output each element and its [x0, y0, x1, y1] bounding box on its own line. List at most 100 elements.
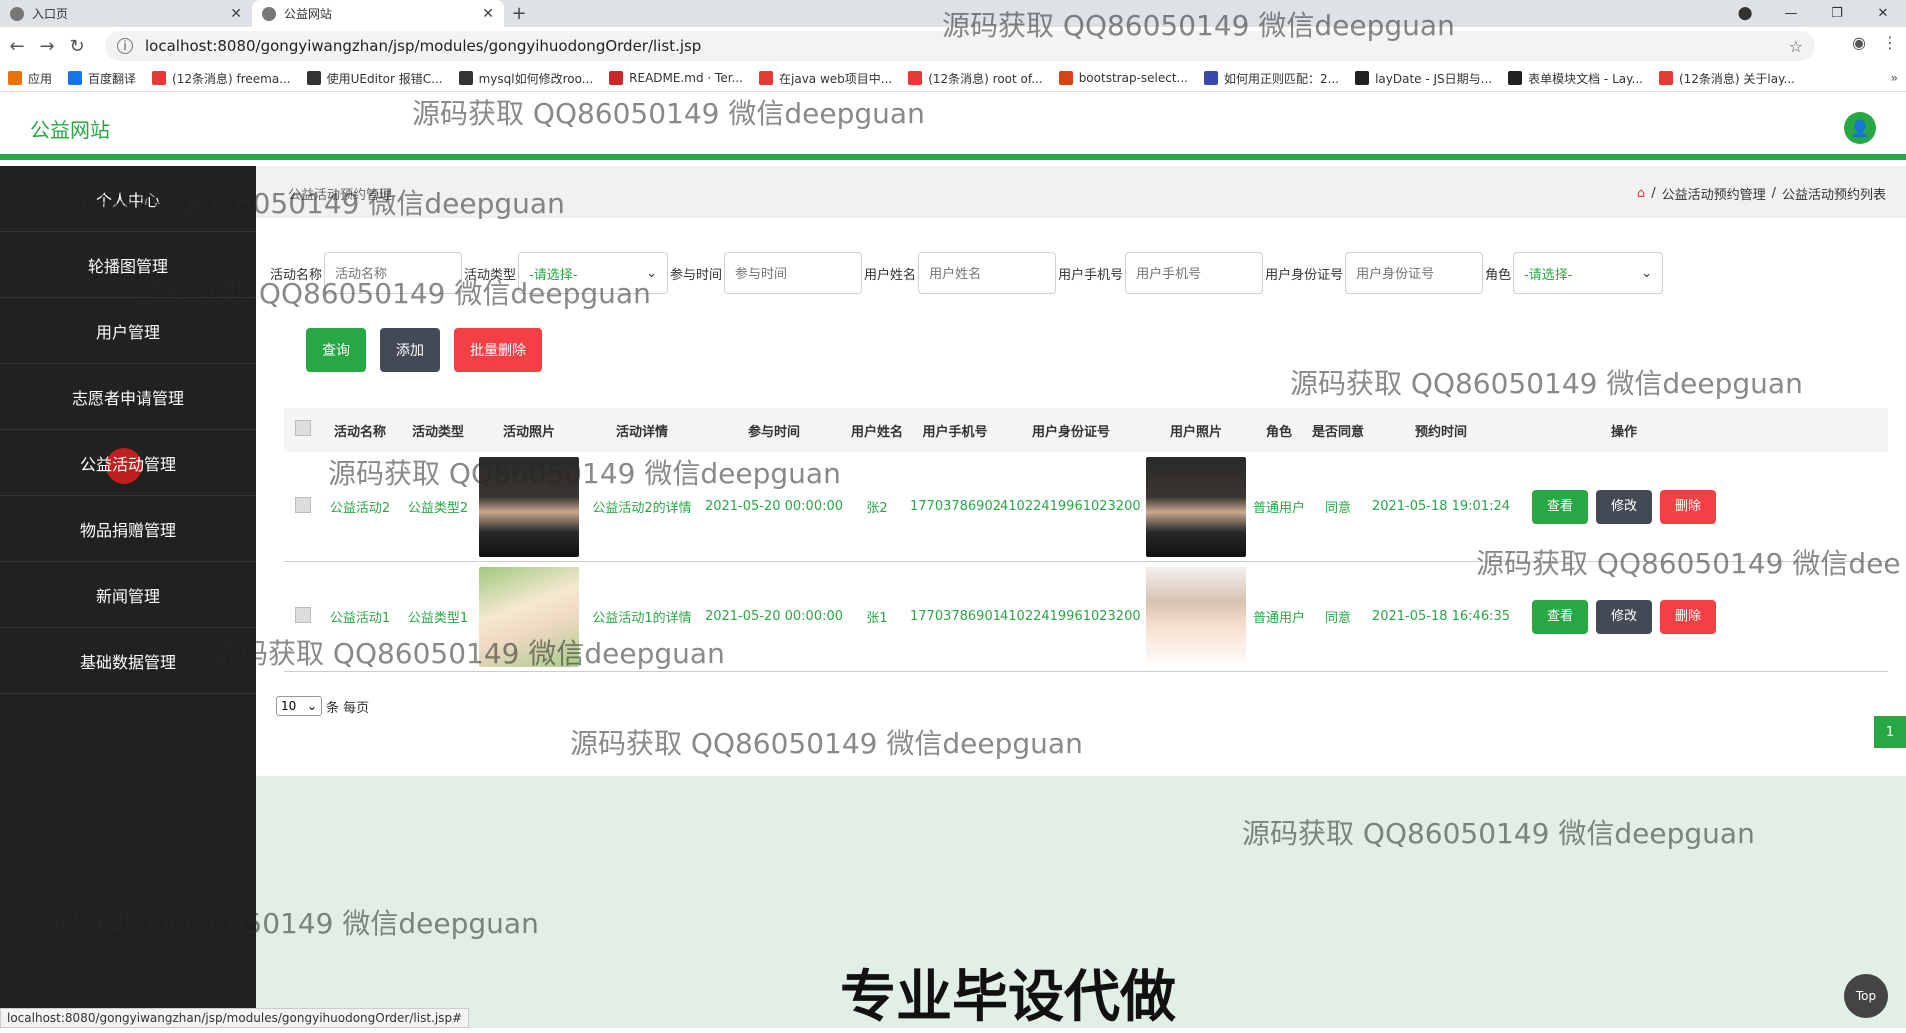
bookmark-item[interactable]: 如何用正则匹配：2... [1204, 70, 1339, 87]
sidebar-item-label: 物品捐赠管理 [80, 517, 176, 541]
sidebar-item-donations[interactable]: 物品捐赠管理 [0, 496, 256, 562]
bookmark-item[interactable]: 表单模块文档 - Lay... [1508, 70, 1643, 87]
cell-user-phone: 17703786901 [910, 609, 1000, 624]
user-phone-input[interactable] [1125, 252, 1263, 294]
activity-name-input[interactable] [324, 252, 462, 294]
cell-activity-detail: 公益活动1的详情 [580, 607, 704, 626]
breadcrumb-item[interactable]: 公益活动预约管理 [1662, 184, 1766, 203]
minimize-icon[interactable]: — [1768, 6, 1814, 21]
col-header: 预约时间 [1368, 421, 1514, 440]
view-button[interactable]: 查看 [1532, 490, 1588, 524]
cell-activity-detail: 公益活动2的详情 [580, 497, 704, 516]
bookmark-item[interactable]: 在java web项目中... [759, 70, 892, 87]
restore-icon[interactable]: ❐ [1814, 6, 1860, 21]
sidebar-item-carousel[interactable]: 轮播图管理 [0, 232, 256, 298]
bookmark-item[interactable]: README.md · Ter... [609, 71, 743, 85]
row-checkbox[interactable] [295, 607, 311, 623]
close-tab-icon[interactable]: ✕ [482, 6, 494, 22]
add-button[interactable]: 添加 [380, 328, 440, 372]
col-header: 活动类型 [398, 421, 478, 440]
action-buttons: 查询 添加 批量删除 [306, 328, 542, 372]
bookmark-star-icon[interactable]: ☆ [1789, 37, 1803, 56]
bookmark-item[interactable]: layDate - JS日期与... [1355, 70, 1492, 87]
back-to-top-button[interactable]: Top [1844, 974, 1888, 1018]
user-name-input[interactable] [918, 252, 1056, 294]
bookmark-item[interactable]: 应用 [8, 70, 52, 87]
chevron-down-icon: ⌄ [307, 699, 317, 713]
back-icon[interactable]: ← [4, 36, 30, 57]
tab-entry-page[interactable]: 入口页 ✕ [0, 0, 252, 27]
account-icon[interactable]: ◉ [1852, 33, 1866, 52]
bookmark-item[interactable]: 使用UEditor 报错C... [307, 70, 443, 87]
profile-menu-icon[interactable]: ⬤ [1722, 6, 1768, 21]
bookmark-favicon-icon [609, 71, 623, 85]
sidebar-item-activities[interactable]: 公益活动管理 [0, 430, 256, 496]
edit-button[interactable]: 修改 [1596, 490, 1652, 524]
reload-icon[interactable]: ↻ [64, 36, 90, 57]
sidebar-item-volunteer[interactable]: 志愿者申请管理 [0, 364, 256, 430]
user-id-label: 用户身份证号 [1265, 264, 1343, 283]
close-window-icon[interactable]: ✕ [1860, 6, 1906, 21]
user-avatar-icon[interactable]: 👤 [1844, 112, 1876, 144]
search-form: 活动名称 活动类型 -请选择-⌄ 参与时间 用户姓名 用户手机号 用户身份证号 … [270, 252, 1665, 294]
bookmark-label: 百度翻译 [88, 70, 136, 87]
delete-button[interactable]: 删除 [1660, 600, 1716, 634]
delete-button[interactable]: 删除 [1660, 490, 1716, 524]
join-time-input[interactable] [724, 252, 862, 294]
home-icon[interactable]: ⌂ [1637, 186, 1645, 201]
col-header: 操作 [1514, 421, 1734, 440]
sidebar-item-news[interactable]: 新闻管理 [0, 562, 256, 628]
sidebar-item-personal-center[interactable]: 个人中心 [0, 166, 256, 232]
col-header: 活动照片 [478, 421, 580, 440]
role-select[interactable]: -请选择-⌄ [1513, 252, 1663, 294]
bookmark-favicon-icon [1059, 71, 1073, 85]
bookmark-favicon-icon [1355, 71, 1369, 85]
cell-user-id: 410224199610232002 [1000, 499, 1142, 514]
bookmark-item[interactable]: mysql如何修改roo... [459, 70, 594, 87]
activity-name-label: 活动名称 [270, 264, 322, 283]
col-header: 用户身份证号 [1000, 421, 1142, 440]
tab-charity-site[interactable]: 公益网站 ✕ [252, 0, 504, 27]
table-header: 活动名称 活动类型 活动照片 活动详情 参与时间 用户姓名 用户手机号 用户身份… [284, 408, 1888, 452]
url-text: localhost:8080/gongyiwangzhan/jsp/module… [145, 37, 701, 55]
forward-icon[interactable]: → [34, 36, 60, 57]
tab-title: 公益网站 [284, 5, 482, 22]
close-tab-icon[interactable]: ✕ [230, 6, 242, 22]
row-checkbox[interactable] [295, 497, 311, 513]
breadcrumb-sep: / [1651, 186, 1655, 201]
bookmark-favicon-icon [1659, 71, 1673, 85]
address-bar-row: ← → ↻ i localhost:8080/gongyiwangzhan/js… [0, 27, 1906, 65]
sidebar-item-label: 新闻管理 [96, 583, 160, 607]
bookmark-favicon-icon [1508, 71, 1522, 85]
page-1-button[interactable]: 1 [1874, 716, 1906, 748]
activity-photo [479, 457, 579, 557]
view-button[interactable]: 查看 [1532, 600, 1588, 634]
select-all-checkbox[interactable] [295, 420, 311, 436]
chevron-down-icon: ⌄ [646, 266, 657, 281]
site-title[interactable]: 公益网站 [30, 114, 110, 143]
batch-delete-button[interactable]: 批量删除 [454, 328, 542, 372]
bookmark-item[interactable]: (12条消息) root of... [908, 70, 1042, 87]
bookmark-item[interactable]: (12条消息) 关于lay... [1659, 70, 1795, 87]
more-bookmarks-icon[interactable]: » [1891, 71, 1898, 85]
info-icon[interactable]: i [117, 38, 133, 54]
bookmark-item[interactable]: bootstrap-select... [1059, 71, 1188, 85]
col-header: 角色 [1250, 421, 1308, 440]
menu-icon[interactable]: ⋮ [1882, 33, 1898, 52]
edit-button[interactable]: 修改 [1596, 600, 1652, 634]
cell-agree: 同意 [1308, 497, 1368, 516]
cell-book-time: 2021-05-18 16:46:35 [1368, 609, 1514, 624]
new-tab-button[interactable]: + [504, 0, 534, 27]
sidebar-item-users[interactable]: 用户管理 [0, 298, 256, 364]
user-id-input[interactable] [1345, 252, 1483, 294]
url-field[interactable]: i localhost:8080/gongyiwangzhan/jsp/modu… [105, 31, 1815, 61]
bookmark-item[interactable]: 百度翻译 [68, 70, 136, 87]
activity-type-select[interactable]: -请选择-⌄ [518, 252, 668, 294]
bookmark-item[interactable]: (12条消息) freema... [152, 70, 291, 87]
main-content: 公益活动预约管理 ⌂ / 公益活动预约管理 / 公益活动预约列表 活动名称 活动… [256, 166, 1906, 1028]
query-button[interactable]: 查询 [306, 328, 366, 372]
sidebar-item-basic-data[interactable]: 基础数据管理 [0, 628, 256, 694]
cell-user-name: 张1 [844, 607, 910, 626]
user-name-label: 用户姓名 [864, 264, 916, 283]
page-size-select[interactable]: 10⌄ [276, 696, 322, 716]
